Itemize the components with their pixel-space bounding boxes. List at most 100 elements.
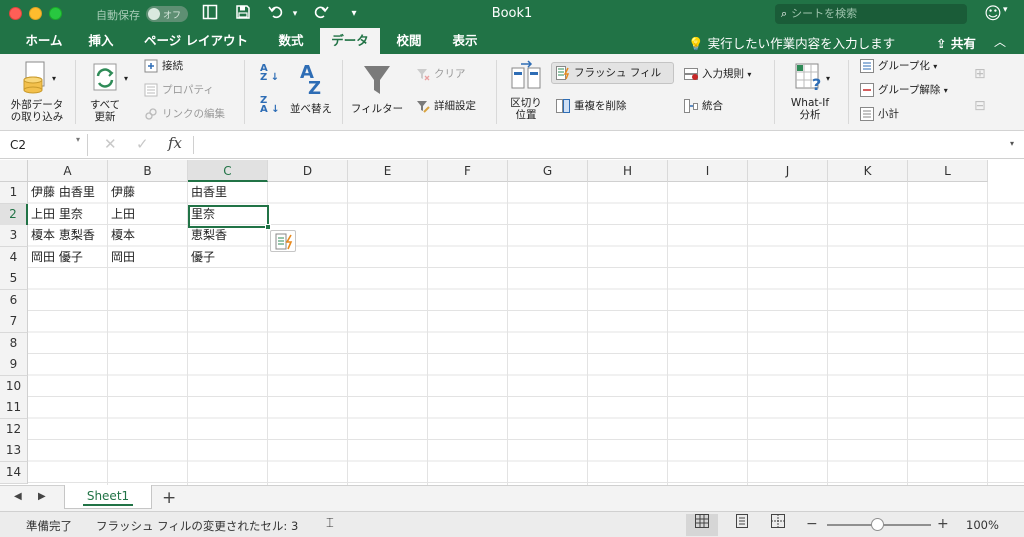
cell-a3[interactable]: 榎本 恵梨香 — [28, 225, 108, 246]
collapse-ribbon-icon[interactable]: ︿ — [994, 33, 1006, 50]
cancel-entry-icon[interactable]: ✕ — [104, 135, 117, 153]
data-validation-button[interactable]: 入力規則 ▾ — [684, 66, 751, 83]
text-to-columns-button[interactable]: 区切り 位置 — [502, 60, 550, 121]
tab-formulas[interactable]: 数式 — [264, 28, 318, 54]
save-icon[interactable] — [233, 4, 253, 24]
sort-za-button[interactable]: ZA ↓ — [260, 96, 280, 115]
row-header-14[interactable]: 14 — [0, 461, 28, 484]
cell-c1[interactable]: 由香里 — [188, 182, 268, 203]
clear-filter-button[interactable]: クリア — [416, 66, 466, 82]
row-header-10[interactable]: 10 — [0, 375, 28, 398]
feedback-smiley-icon[interactable]: ☺ — [982, 3, 1004, 25]
advanced-filter-button[interactable]: 詳細設定 — [416, 98, 476, 114]
row-header-11[interactable]: 11 — [0, 397, 28, 419]
add-sheet-icon[interactable]: + — [162, 488, 176, 508]
name-box-dropdown-icon[interactable]: ▾ — [76, 135, 80, 144]
tab-home[interactable]: ホーム — [14, 28, 74, 54]
ungroup-button[interactable]: グループ解除 ▾ — [860, 82, 948, 99]
edit-links-button[interactable]: リンクの編集 — [144, 106, 225, 122]
feedback-chevron-icon[interactable]: ▾ — [1003, 5, 1008, 15]
row-header-3[interactable]: 3 — [0, 225, 28, 247]
row-header-8[interactable]: 8 — [0, 332, 28, 355]
remove-duplicates-button[interactable]: 重複を削除 — [556, 98, 627, 114]
cell-b2[interactable]: 上田 — [108, 204, 188, 225]
previous-sheet-icon[interactable]: ◀ — [14, 491, 22, 502]
confirm-entry-icon[interactable]: ✓ — [136, 135, 149, 153]
row-header-13[interactable]: 13 — [0, 440, 28, 462]
external-data-dropdown-icon[interactable]: ▾ — [52, 74, 56, 83]
tab-view[interactable]: 表示 — [438, 28, 492, 54]
properties-button[interactable]: プロパティ — [144, 82, 214, 98]
flash-fill-button[interactable]: フラッシュ フィル — [551, 62, 674, 84]
column-header-c[interactable]: C — [188, 160, 268, 182]
subtotal-button[interactable]: 小計 — [860, 106, 899, 122]
row-header-9[interactable]: 9 — [0, 354, 28, 376]
undo-icon[interactable] — [266, 4, 286, 24]
tell-me-box[interactable]: 💡 実行したい作業内容を入力します — [688, 33, 895, 52]
minimize-window-button[interactable] — [29, 7, 42, 20]
column-header-h[interactable]: H — [588, 160, 668, 182]
macro-record-icon[interactable]: ⌶ — [326, 516, 334, 531]
insert-function-button[interactable]: fx — [168, 134, 182, 152]
customize-toolbar-icon[interactable]: ▾ — [344, 4, 364, 24]
normal-view-button[interactable] — [686, 514, 718, 536]
row-header-1[interactable]: 1 — [0, 182, 28, 204]
column-header-k[interactable]: K — [828, 160, 908, 182]
expand-formula-bar-icon[interactable]: ▾ — [1010, 139, 1014, 148]
sheet-search-input[interactable]: ⌕ シートを検索 — [775, 4, 967, 24]
sheet-tab-sheet1[interactable]: Sheet1 — [64, 485, 152, 509]
column-header-b[interactable]: B — [108, 160, 188, 182]
show-detail-icon[interactable]: ⊞ — [974, 66, 986, 82]
hide-detail-icon[interactable]: ⊟ — [974, 98, 986, 114]
tab-data[interactable]: データ — [320, 28, 380, 54]
consolidate-button[interactable]: 統合 — [684, 98, 723, 114]
row-header-6[interactable]: 6 — [0, 289, 28, 312]
row-header-12[interactable]: 12 — [0, 418, 28, 441]
redo-icon[interactable] — [311, 4, 331, 24]
sort-button[interactable]: A Z 並べ替え — [288, 60, 334, 115]
page-break-view-button[interactable] — [762, 514, 794, 536]
zoom-level[interactable]: 100% — [966, 518, 999, 532]
share-button[interactable]: ⇪ 共有 — [936, 33, 976, 52]
filter-button[interactable]: フィルター — [348, 60, 406, 115]
connections-button[interactable]: 接続 — [144, 58, 183, 74]
column-header-a[interactable]: A — [28, 160, 108, 182]
column-header-f[interactable]: F — [428, 160, 508, 182]
column-header-l[interactable]: L — [908, 160, 988, 182]
page-layout-view-button[interactable] — [726, 514, 758, 536]
cell-b1[interactable]: 伊藤 — [108, 182, 188, 203]
maximize-window-button[interactable] — [49, 7, 62, 20]
column-header-g[interactable]: G — [508, 160, 588, 182]
row-header-5[interactable]: 5 — [0, 268, 28, 290]
next-sheet-icon[interactable]: ▶ — [38, 491, 46, 502]
row-header-7[interactable]: 7 — [0, 311, 28, 333]
tab-page-layout[interactable]: ページ レイアウト — [130, 28, 262, 54]
zoom-slider-knob[interactable] — [871, 518, 884, 531]
sort-az-button[interactable]: AZ ↓ — [260, 64, 279, 83]
autosave-toggle[interactable]: オフ — [146, 6, 188, 22]
what-if-dropdown-icon[interactable]: ▾ — [826, 74, 830, 83]
refresh-all-button[interactable]: すべて 更新 — [80, 60, 130, 123]
cell-c3[interactable]: 恵梨香 — [188, 225, 268, 246]
tab-insert[interactable]: 挿入 — [76, 28, 126, 54]
sidebar-toggle-icon[interactable] — [200, 4, 220, 24]
external-data-button[interactable]: 外部データ の取り込み — [6, 60, 68, 123]
column-header-j[interactable]: J — [748, 160, 828, 182]
column-header-d[interactable]: D — [268, 160, 348, 182]
what-if-analysis-button[interactable]: ? What-If 分析 — [780, 60, 840, 121]
group-button[interactable]: グループ化 ▾ — [860, 58, 937, 75]
zoom-out-icon[interactable]: − — [806, 516, 818, 532]
fill-handle[interactable] — [265, 224, 271, 230]
cell-area[interactable]: 伊藤 由香里 伊藤 由香里 上田 里奈 上田 里奈 榎本 恵梨香 榎本 恵梨香 岡田 優子 岡田 優子 — [28, 182, 1024, 485]
row-header-4[interactable]: 4 — [0, 246, 28, 269]
cell-b4[interactable]: 岡田 — [108, 247, 188, 268]
cell-c4[interactable]: 優子 — [188, 247, 268, 268]
cell-b3[interactable]: 榎本 — [108, 225, 188, 246]
undo-dropdown-icon[interactable]: ▾ — [285, 4, 305, 24]
column-header-i[interactable]: I — [668, 160, 748, 182]
zoom-in-icon[interactable]: + — [937, 516, 949, 532]
close-window-button[interactable] — [9, 7, 22, 20]
refresh-dropdown-icon[interactable]: ▾ — [124, 74, 128, 83]
row-header-2[interactable]: 2 — [0, 203, 28, 226]
cell-a1[interactable]: 伊藤 由香里 — [28, 182, 108, 203]
